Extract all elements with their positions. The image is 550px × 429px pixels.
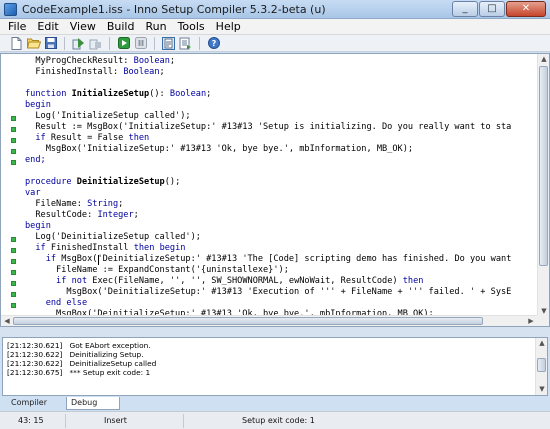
scroll-right-icon[interactable]: ▶ [525,316,537,326]
code-editor[interactable]: MyProgCheckResult: Boolean; FinishedInst… [0,53,550,327]
breakpoint-marker[interactable] [11,248,16,253]
menu-bar: File Edit View Build Run Tools Help [0,19,550,35]
code-line: function InitializeSetup(): Boolean; [25,89,212,99]
breakpoint-marker[interactable] [11,116,16,121]
step-into-icon[interactable] [178,36,193,50]
toolbar-separator [109,36,110,50]
menu-build[interactable]: Build [102,19,141,34]
code-line: procedure DeinitializeSetup(); [25,177,181,187]
code-line: FinishedInstall: Boolean; [25,67,165,77]
breakpoint-marker[interactable] [11,281,16,286]
title-bar: CodeExample1.iss - Inno Setup Compiler 5… [0,0,550,19]
scroll-thumb[interactable] [539,66,548,266]
pause-icon[interactable] [133,36,148,50]
breakpoint-marker[interactable] [11,149,16,154]
editor-vertical-scrollbar[interactable]: ▲ ▼ [537,54,549,317]
breakpoint-marker[interactable] [11,259,16,264]
code-line: FileName := ExpandConstant('{uninstallex… [25,265,289,275]
log-line: [21:12:30.675] *** Setup exit code: 1 [7,368,151,377]
code-line: var [25,188,41,198]
close-button[interactable]: ✕ [506,1,546,17]
scroll-left-icon[interactable]: ◀ [1,316,13,326]
maximize-button[interactable]: □ [479,1,505,17]
minimize-button[interactable]: _ [452,1,478,17]
text-caret [98,255,99,265]
log-line: [21:12:30.621] Got EAbort exception. [7,341,151,350]
scroll-up-icon[interactable]: ▲ [538,54,549,65]
scroll-up-icon[interactable]: ▲ [536,338,547,349]
code-text-area[interactable]: MyProgCheckResult: Boolean; FinishedInst… [25,54,539,317]
breakpoint-marker[interactable] [11,237,16,242]
status-insert-mode: Insert [66,414,184,428]
toolbar: ? [0,35,550,52]
code-line: Result := MsgBox('InitializeSetup:' #13#… [25,122,512,132]
stop-compile-icon[interactable] [88,36,103,50]
compile-icon[interactable] [71,36,86,50]
debug-output-pane[interactable]: [21:12:30.621] Got EAbort exception. [21… [2,337,548,396]
window-title: CodeExample1.iss - Inno Setup Compiler 5… [22,3,326,16]
breakpoint-marker[interactable] [11,138,16,143]
window-controls: _ □ ✕ [452,1,546,17]
log-line: [21:12:30.622] DeinitializeSetup called [7,359,157,368]
help-icon[interactable]: ? [206,36,221,50]
editor-horizontal-scrollbar[interactable]: ◀ ▶ [1,315,537,326]
code-line: MsgBox('InitializeSetup:' #13#13 'Ok, by… [25,144,414,154]
target-icon[interactable] [161,36,176,50]
scroll-thumb[interactable] [537,358,546,372]
breakpoint-marker[interactable] [11,160,16,165]
log-line: [21:12:30.622] Deinitializing Setup. [7,350,144,359]
code-line: begin [25,221,51,231]
pane-splitter[interactable] [0,327,550,337]
app-icon [4,3,17,16]
toolbar-separator [199,36,200,50]
scroll-down-icon[interactable]: ▼ [536,384,547,395]
status-cursor-position: 43: 15 [4,414,66,428]
code-line: if FinishedInstall then begin [35,243,186,253]
run-icon[interactable] [116,36,131,50]
code-line: begin [25,100,51,110]
tab-debug-output[interactable]: Debug Output [66,397,120,419]
menu-file[interactable]: File [3,19,32,34]
breakpoint-marker[interactable] [11,292,16,297]
menu-view[interactable]: View [65,19,102,34]
toolbar-separator [64,36,65,50]
save-icon[interactable] [43,36,58,50]
output-tabs: Compiler Output Debug Output [0,397,550,419]
toolbar-separator [154,36,155,50]
scroll-thumb[interactable] [13,317,483,325]
code-line: MyProgCheckResult: Boolean; [25,56,176,66]
breakpoint-marker[interactable] [11,303,16,308]
menu-run[interactable]: Run [140,19,172,34]
new-icon[interactable] [9,36,24,50]
editor-gutter [1,54,17,326]
code-line: ResultCode: Integer; [25,210,139,220]
breakpoint-marker[interactable] [11,270,16,275]
code-line: end; [25,155,46,165]
tab-compiler-output[interactable]: Compiler Output [7,397,67,419]
svg-text:?: ? [211,39,216,48]
code-line: Log('DeinitializeSetup called'); [25,232,201,242]
code-line: if Result = False then [35,133,150,143]
code-line: FileName: String; [25,199,124,209]
menu-help[interactable]: Help [211,19,247,34]
code-line: if not Exec(FileName, '', '', SW_SHOWNOR… [56,276,424,286]
status-message: Setup exit code: 1 [242,416,315,425]
status-bar: 43: 15 Insert Setup exit code: 1 [0,411,550,429]
code-line: MsgBox('DeinitializeSetup:' #13#13 'Exec… [25,287,512,297]
scrollbar-corner [537,315,549,326]
menu-edit[interactable]: Edit [32,19,64,34]
output-vertical-scrollbar[interactable]: ▲ ▼ [535,338,547,395]
code-line: end else [45,298,88,308]
menu-tools[interactable]: Tools [173,19,211,34]
code-line: Log('InitializeSetup called'); [25,111,191,121]
breakpoint-marker[interactable] [11,127,16,132]
open-icon[interactable] [26,36,41,50]
